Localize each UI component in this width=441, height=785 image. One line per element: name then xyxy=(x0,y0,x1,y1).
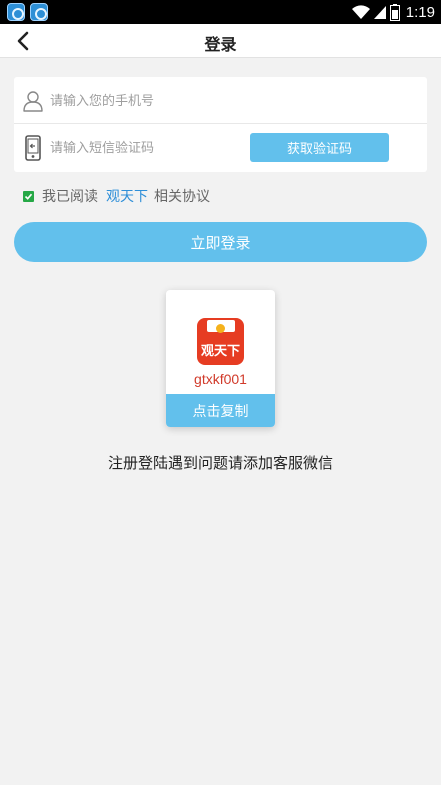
user-icon xyxy=(23,91,43,112)
code-row: 获取验证码 xyxy=(14,124,427,171)
nav-bar: 登录 xyxy=(0,24,441,58)
phone-input[interactable] xyxy=(50,89,250,113)
phone-row xyxy=(14,77,427,124)
agree-checkbox[interactable] xyxy=(23,190,34,202)
agreement-link[interactable]: 观天下 xyxy=(106,186,148,206)
app-icon xyxy=(7,3,25,21)
signal-icon xyxy=(373,6,386,19)
code-input[interactable] xyxy=(50,136,250,160)
get-code-button[interactable]: 获取验证码 xyxy=(250,133,389,162)
battery-icon xyxy=(389,3,400,21)
phone-icon xyxy=(25,135,41,161)
agree-prefix: 我已阅读 xyxy=(42,189,98,205)
agreement-row: 我已阅读 观天下 相关协议 xyxy=(23,186,210,206)
login-button[interactable]: 立即登录 xyxy=(14,222,427,262)
agree-suffix: 相关协议 xyxy=(154,189,210,205)
status-bar: 1:19 xyxy=(0,0,441,24)
wechat-id: gtxkf001 xyxy=(194,371,247,387)
logo-text: 观天下 xyxy=(200,344,240,359)
status-time: 1:19 xyxy=(405,3,435,21)
wechat-card: 观天下 gtxkf001 点击复制 xyxy=(166,290,275,427)
page-title: 登录 xyxy=(204,35,237,54)
app-logo: 观天下 xyxy=(197,318,244,365)
app-icon xyxy=(30,3,48,21)
status-icons: 1:19 xyxy=(351,2,435,22)
copy-button[interactable]: 点击复制 xyxy=(166,394,275,427)
logo-coin-icon xyxy=(216,324,225,333)
help-text: 注册登陆遇到问题请添加客服微信 xyxy=(107,454,333,472)
wifi-icon xyxy=(351,5,370,19)
check-icon xyxy=(24,193,33,200)
login-form: 获取验证码 xyxy=(14,77,427,172)
